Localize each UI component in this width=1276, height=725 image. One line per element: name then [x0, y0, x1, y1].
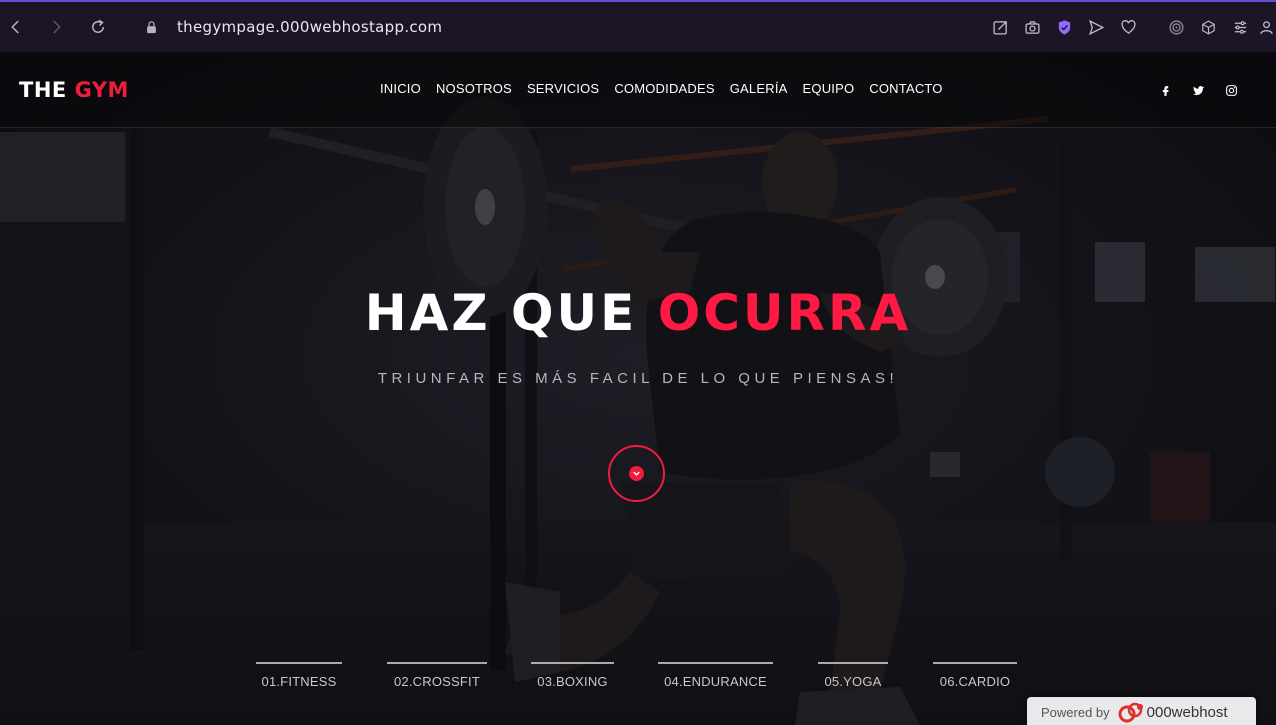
reload-button[interactable]: [82, 11, 114, 43]
menu-item-contacto[interactable]: CONTACTO: [869, 81, 942, 96]
class-tab-fitness[interactable]: 01.FITNESS: [256, 662, 342, 689]
menu-item-nosotros[interactable]: NOSOTROS: [436, 81, 512, 96]
heart-icon[interactable]: [1112, 11, 1144, 43]
profile-icon[interactable]: [1256, 11, 1276, 43]
menu-item-equipo[interactable]: EQUIPO: [803, 81, 855, 96]
forward-icon: [53, 20, 61, 34]
web-page: THE GYM INICIO NOSOTROS SERVICIOS COMODI…: [0, 52, 1276, 725]
site-navbar: THE GYM INICIO NOSOTROS SERVICIOS COMODI…: [0, 52, 1276, 128]
send-icon[interactable]: [1080, 11, 1112, 43]
scroll-down-button[interactable]: [608, 445, 665, 502]
target-icon[interactable]: [1160, 11, 1192, 43]
back-button[interactable]: [0, 11, 32, 43]
facebook-icon[interactable]: [1149, 80, 1182, 100]
cube-icon[interactable]: [1192, 11, 1224, 43]
main-menu: INICIO NOSOTROS SERVICIOS COMODIDADES GA…: [380, 81, 958, 96]
site-logo[interactable]: THE GYM: [19, 78, 129, 102]
class-tab-yoga[interactable]: 05.YOGA: [818, 662, 888, 689]
share-icon[interactable]: [984, 11, 1016, 43]
class-tab-boxing[interactable]: 03.BOXING: [531, 662, 614, 689]
sliders-icon[interactable]: [1224, 11, 1256, 43]
menu-item-comodidades[interactable]: COMODIDADES: [614, 81, 714, 96]
back-icon: [11, 20, 19, 34]
powered-by-label: Powered by: [1041, 704, 1110, 720]
class-tab-crossfit[interactable]: 02.CROSSFIT: [387, 662, 487, 689]
browser-toolbar: thegympage.000webhostapp.com: [0, 0, 1276, 52]
lock-icon: [144, 20, 159, 35]
camera-icon[interactable]: [1016, 11, 1048, 43]
hero-background-image: [0, 52, 1276, 725]
address-bar[interactable]: thegympage.000webhostapp.com: [144, 2, 442, 52]
twitter-icon[interactable]: [1182, 80, 1215, 100]
hero-headline: HAZ QUE OCURRA: [0, 284, 1276, 342]
forward-button[interactable]: [40, 11, 72, 43]
chevron-down-icon: [629, 466, 644, 481]
menu-item-servicios[interactable]: SERVICIOS: [527, 81, 599, 96]
headline-white-part: HAZ QUE: [364, 284, 638, 342]
powered-by-badge[interactable]: Powered by 000webhost: [1027, 697, 1256, 725]
logo-text-gym: GYM: [74, 78, 129, 102]
reload-icon: [92, 19, 104, 33]
shield-icon[interactable]: [1048, 11, 1080, 43]
url-text[interactable]: thegympage.000webhostapp.com: [177, 18, 442, 36]
000webhost-logo-icon: [1118, 702, 1143, 723]
instagram-icon[interactable]: [1215, 80, 1248, 100]
social-links: [1149, 80, 1248, 100]
logo-text-the: THE: [19, 78, 67, 102]
class-tab-endurance[interactable]: 04.ENDURANCE: [658, 662, 773, 689]
menu-item-galeria[interactable]: GALERÍA: [730, 81, 788, 96]
class-tab-cardio[interactable]: 06.CARDIO: [933, 662, 1017, 689]
browser-actions: [984, 2, 1276, 52]
hero-subheadline: TRIUNFAR ES MÁS FACIL DE LO QUE PIENSAS!: [377, 370, 899, 387]
powered-by-brand: 000webhost: [1146, 703, 1228, 721]
menu-item-inicio[interactable]: INICIO: [380, 81, 421, 96]
headline-red-part: OCURRA: [657, 284, 912, 342]
